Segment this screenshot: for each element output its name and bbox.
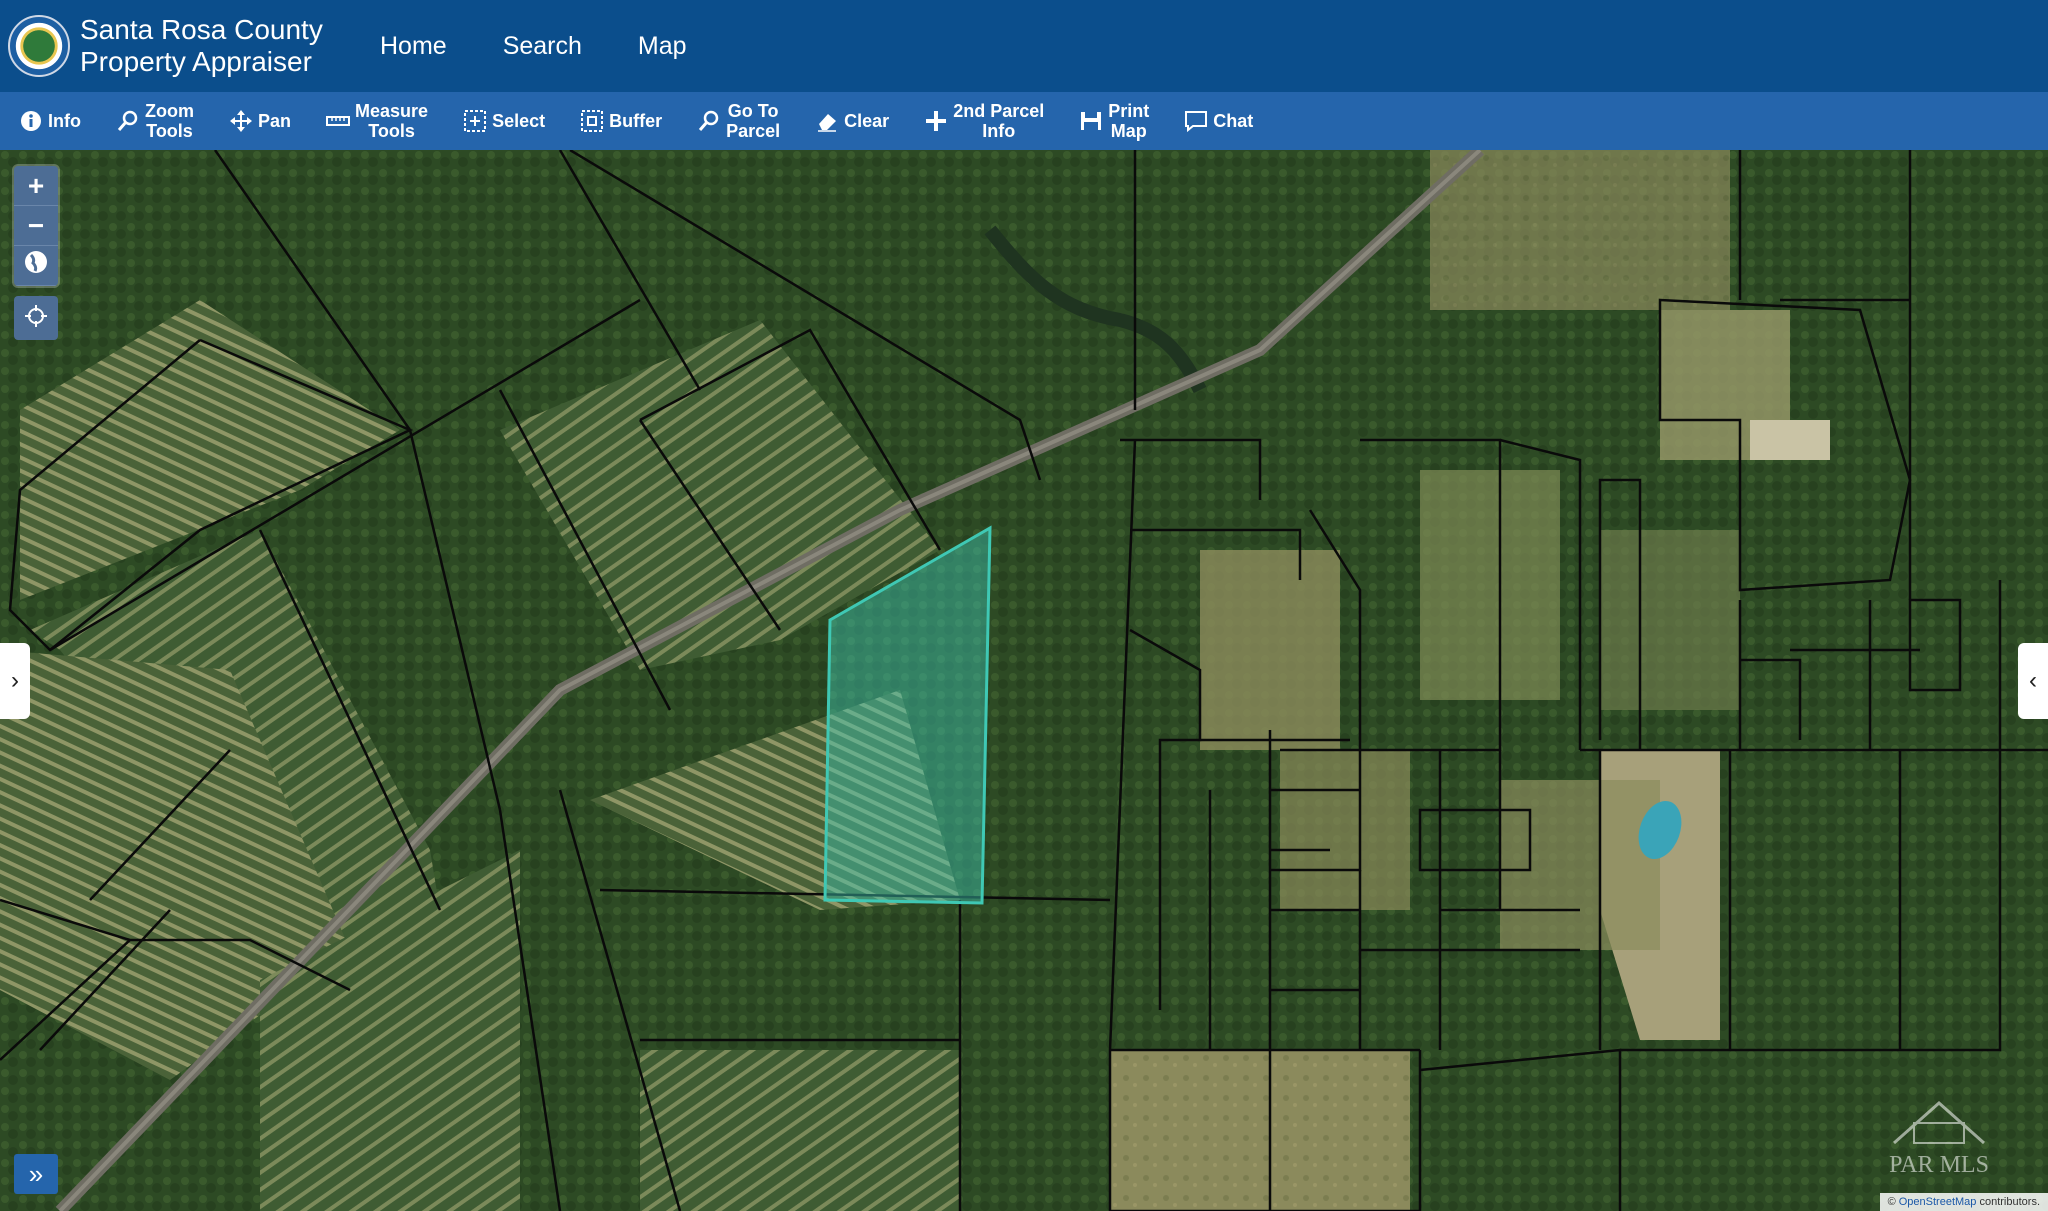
- map-attribution: © OpenStreetMap contributors.: [1879, 1193, 2048, 1211]
- zoom-control: + −: [14, 166, 58, 286]
- attribution-prefix: ©: [1887, 1196, 1896, 1208]
- tool-label: Clear: [844, 111, 890, 131]
- eraser-icon: [814, 108, 840, 134]
- chevron-left-icon: ‹: [2029, 667, 2037, 694]
- tool-label: Go To Parcel: [726, 101, 781, 141]
- magnifier-icon: [115, 108, 141, 134]
- tool-label: Print Map: [1108, 101, 1150, 141]
- crosshair-icon: [23, 303, 49, 334]
- select-tool-button[interactable]: Select: [462, 108, 545, 134]
- expand-panel-button[interactable]: »: [14, 1154, 58, 1194]
- right-panel-toggle[interactable]: ‹: [2018, 643, 2048, 719]
- info-icon: [18, 108, 44, 134]
- chat-button[interactable]: Chat: [1183, 108, 1253, 134]
- watermark-text: PAR MLS: [1889, 1152, 1989, 1178]
- aerial-imagery: [0, 150, 2048, 1211]
- tool-label: 2nd Parcel Info: [953, 101, 1045, 141]
- ruler-icon: [325, 108, 351, 134]
- map-canvas[interactable]: + − › ‹ » PAR MLS © OpenStreetMap contri…: [0, 150, 2048, 1211]
- chat-bubble-icon: [1183, 108, 1209, 134]
- brand-line-1: Santa Rosa County: [80, 14, 323, 45]
- top-nav: Home Search Map: [380, 32, 743, 61]
- tool-label: Buffer: [609, 111, 663, 131]
- plus-icon: [923, 108, 949, 134]
- tool-label: Zoom Tools: [145, 101, 194, 141]
- tool-label: Pan: [258, 111, 292, 131]
- brand-title[interactable]: Santa Rosa County Property Appraiser: [80, 14, 340, 78]
- buffer-icon: [579, 108, 605, 134]
- measure-tools-button[interactable]: Measure Tools: [325, 101, 428, 141]
- pan-arrows-icon: [228, 108, 254, 134]
- nav-search[interactable]: Search: [503, 32, 582, 61]
- zoom-out-button[interactable]: −: [14, 206, 58, 246]
- zoom-in-button[interactable]: +: [14, 166, 58, 206]
- nav-map[interactable]: Map: [638, 32, 687, 61]
- globe-button[interactable]: [14, 246, 58, 286]
- nav-home[interactable]: Home: [380, 32, 447, 61]
- print-map-button[interactable]: Print Map: [1078, 101, 1149, 141]
- tool-label: Select: [492, 111, 546, 131]
- tool-label: Chat: [1213, 111, 1254, 131]
- map-toolbar: Info Zoom Tools Pan Measure Tools Select…: [0, 92, 2048, 150]
- goto-parcel-icon: [696, 108, 722, 134]
- clear-button[interactable]: Clear: [814, 108, 889, 134]
- tool-label: Info: [48, 111, 81, 131]
- buffer-tool-button[interactable]: Buffer: [579, 108, 662, 134]
- attribution-suffix: contributors.: [1979, 1196, 2040, 1208]
- double-chevron-icon: »: [28, 1158, 44, 1189]
- globe-icon: [23, 249, 49, 282]
- second-parcel-info-button[interactable]: 2nd Parcel Info: [923, 101, 1044, 141]
- left-panel-toggle[interactable]: ›: [0, 643, 30, 719]
- mls-watermark: PAR MLS: [1854, 1095, 2024, 1185]
- brand-line-2: Property Appraiser: [80, 46, 312, 77]
- zoom-tools-button[interactable]: Zoom Tools: [115, 101, 194, 141]
- printer-icon: [1078, 108, 1104, 134]
- osm-link[interactable]: OpenStreetMap: [1899, 1196, 1977, 1208]
- chevron-right-icon: ›: [11, 667, 19, 694]
- county-seal-logo[interactable]: [8, 15, 70, 77]
- locate-button[interactable]: [14, 296, 58, 340]
- select-box-icon: [462, 108, 488, 134]
- house-watermark-icon: [1893, 1100, 1985, 1145]
- go-to-parcel-button[interactable]: Go To Parcel: [696, 101, 780, 141]
- pan-tool-button[interactable]: Pan: [228, 108, 291, 134]
- info-tool-button[interactable]: Info: [18, 108, 81, 134]
- app-header: Santa Rosa County Property Appraiser Hom…: [0, 0, 2048, 92]
- tool-label: Measure Tools: [355, 101, 429, 141]
